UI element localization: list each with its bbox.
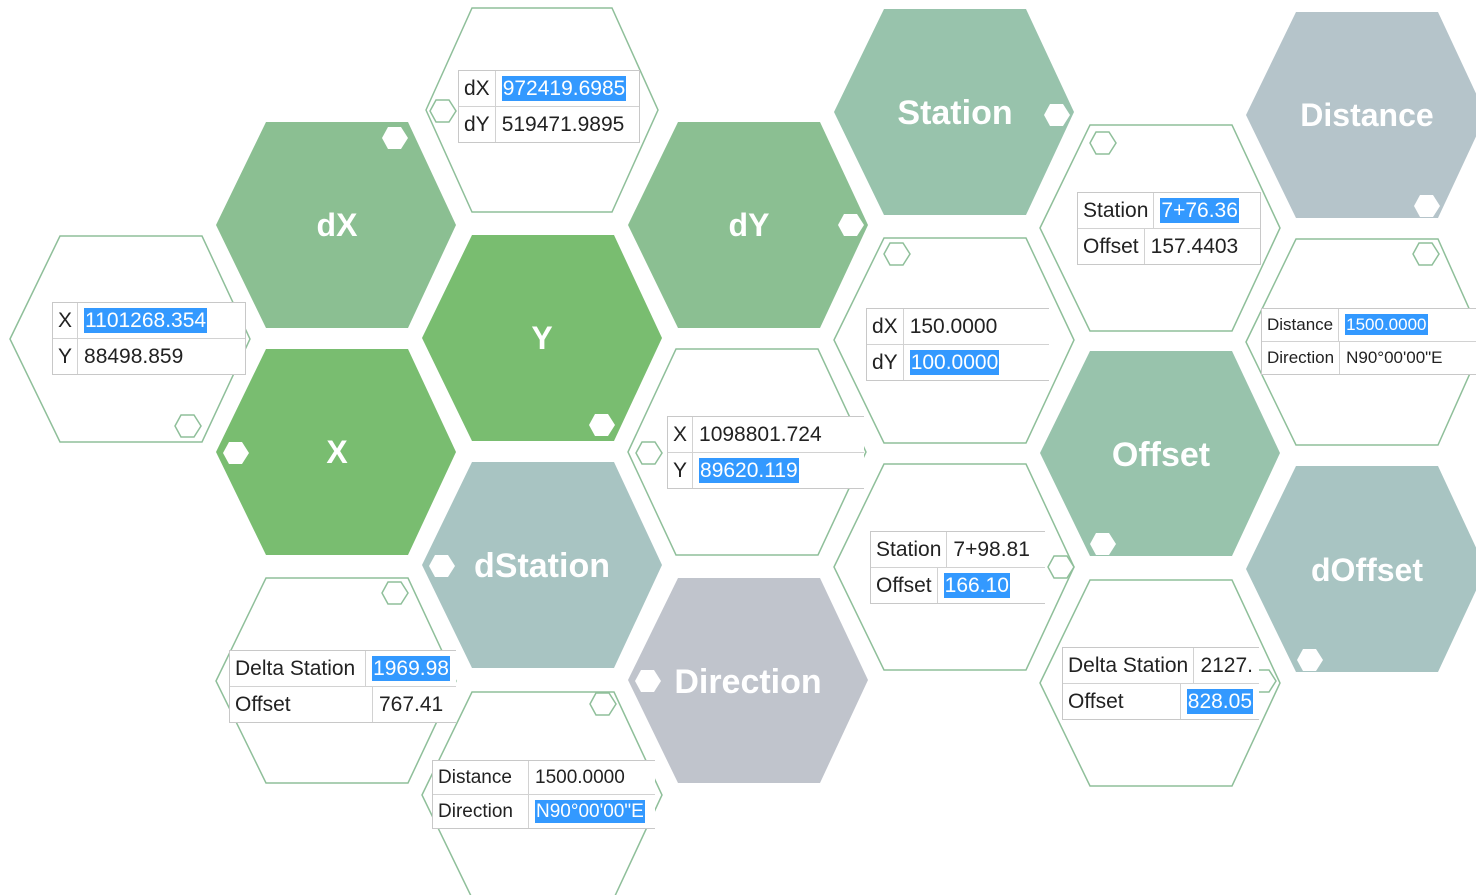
field-label: Y	[53, 339, 79, 374]
label-doffset: dOffset	[1311, 552, 1423, 588]
field-label: Station	[871, 532, 948, 567]
field-label: dY	[867, 345, 904, 380]
field-row: dX 972419.6985	[459, 71, 639, 107]
field-value[interactable]: 1098801.724	[693, 417, 828, 452]
label-distance: Distance	[1300, 97, 1433, 133]
label-offset: Offset	[1112, 436, 1210, 474]
field-row: Y 89620.119	[668, 453, 864, 488]
field-value[interactable]: 166.10	[938, 568, 1016, 603]
field-label: Distance	[1262, 309, 1340, 341]
field-row: Direction N90°00'00"E	[1262, 342, 1476, 374]
card-xy-left: X 1101268.354 Y 88498.859	[52, 302, 246, 375]
field-value[interactable]: 767.41	[373, 687, 449, 722]
field-value[interactable]: 7+98.81	[947, 532, 1036, 567]
field-row: X 1098801.724	[668, 417, 864, 453]
field-label: Y	[668, 453, 694, 488]
card-station-offset-mid: Station 7+98.81 Offset 166.10	[870, 531, 1045, 604]
field-row: Direction N90°00'00"E	[433, 795, 655, 828]
card-delta-station-right: Delta Station 2127. Offset 828.05	[1062, 647, 1259, 720]
field-label: X	[53, 303, 79, 338]
card-distance-direction-right: Distance 1500.0000 Direction N90°00'00"E	[1261, 308, 1476, 375]
field-label: Offset	[1078, 229, 1145, 264]
field-label: Direction	[433, 795, 529, 828]
label-direction: Direction	[674, 663, 821, 701]
field-label: Distance	[433, 761, 529, 794]
field-value[interactable]: N90°00'00"E	[529, 795, 651, 828]
field-value[interactable]: 157.4403	[1145, 229, 1245, 264]
field-label: Direction	[1262, 342, 1341, 374]
field-row: X 1101268.354	[53, 303, 245, 339]
field-row: Offset 828.05	[1063, 684, 1259, 719]
label-dy: dY	[729, 207, 770, 243]
field-label: Delta Station	[230, 651, 367, 686]
field-row: dY 100.0000	[867, 345, 1049, 380]
field-label: dY	[459, 107, 496, 142]
field-row: Distance 1500.0000	[433, 761, 655, 795]
field-label: X	[668, 417, 694, 452]
field-row: Offset 157.4403	[1078, 229, 1260, 264]
field-label: Offset	[871, 568, 938, 603]
field-value[interactable]: 519471.9895	[496, 107, 631, 142]
field-value[interactable]: 972419.6985	[496, 71, 633, 106]
field-value[interactable]: 2127.	[1194, 648, 1259, 683]
label-dx: dX	[317, 207, 359, 243]
label-x: X	[326, 434, 348, 470]
field-label: Station	[1078, 193, 1155, 228]
field-label: dX	[867, 309, 904, 344]
field-label: Offset	[230, 687, 373, 722]
field-label: Delta Station	[1063, 648, 1195, 683]
field-value[interactable]: 150.0000	[904, 309, 1004, 344]
card-xy-mid: X 1098801.724 Y 89620.119	[667, 416, 864, 489]
field-row: Offset 166.10	[871, 568, 1045, 603]
field-row: Offset 767.41	[230, 687, 456, 722]
card-distance-direction-bottom: Distance 1500.0000 Direction N90°00'00"E	[432, 760, 655, 829]
field-row: Station 7+98.81	[871, 532, 1045, 568]
field-row: Station 7+76.36	[1078, 193, 1260, 229]
label-dstation: dStation	[474, 547, 610, 585]
field-row: Y 88498.859	[53, 339, 245, 374]
card-dxdy-top: dX 972419.6985 dY 519471.9895	[458, 70, 640, 143]
field-value[interactable]: 7+76.36	[1154, 193, 1245, 228]
field-value[interactable]: 100.0000	[904, 345, 1006, 380]
field-value[interactable]: 1500.0000	[1339, 309, 1433, 341]
field-value[interactable]: 88498.859	[78, 339, 189, 374]
label-station: Station	[897, 94, 1012, 132]
field-value[interactable]: 1500.0000	[529, 761, 631, 794]
label-y: Y	[531, 320, 552, 356]
field-row: Distance 1500.0000	[1262, 309, 1476, 342]
field-value[interactable]: 1969.98	[366, 651, 456, 686]
field-row: Delta Station 1969.98	[230, 651, 456, 687]
field-value[interactable]: 828.05	[1181, 684, 1259, 719]
field-value[interactable]: 89620.119	[693, 453, 805, 488]
card-dxdy-mid: dX 150.0000 dY 100.0000	[866, 308, 1049, 381]
field-value[interactable]: 1101268.354	[78, 303, 213, 338]
field-row: dX 150.0000	[867, 309, 1049, 345]
field-value[interactable]: N90°00'00"E	[1340, 342, 1448, 374]
card-station-offset-top: Station 7+76.36 Offset 157.4403	[1077, 192, 1261, 265]
field-row: Delta Station 2127.	[1063, 648, 1259, 684]
field-label: dX	[459, 71, 496, 106]
field-label: Offset	[1063, 684, 1181, 719]
field-row: dY 519471.9895	[459, 107, 639, 142]
card-delta-station-left: Delta Station 1969.98 Offset 767.41	[229, 650, 456, 723]
